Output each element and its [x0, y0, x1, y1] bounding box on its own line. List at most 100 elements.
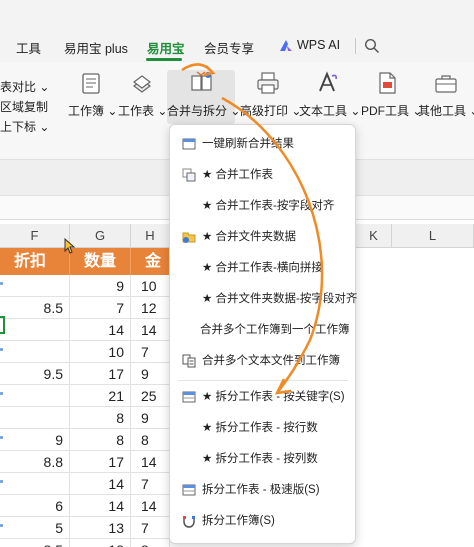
cell-f[interactable]: 9.5 — [0, 363, 70, 385]
menu-item-split-workbook[interactable]: 拆分工作簿(S) — [170, 508, 355, 534]
cell-g[interactable]: 7 — [70, 297, 131, 319]
split-fast-icon — [182, 484, 196, 496]
menu-item-merge-text-files[interactable]: 合并多个文本文件到工作簿 — [170, 348, 355, 374]
column-header-f[interactable]: F — [0, 224, 70, 248]
cell-f[interactable]: 5 — [0, 517, 70, 539]
menu-item-label: 合并多个工作簿到一个工作簿 — [200, 324, 350, 336]
merge-split-label: 合并与拆分 — [167, 104, 228, 118]
cmd-region-copy-label: 区域复制 — [0, 100, 49, 114]
merge-split-icon — [191, 71, 212, 91]
toolbox-icon — [435, 75, 457, 93]
text-tools-label: 文本工具 — [299, 104, 348, 118]
menu-item-merge-sheets-by-field[interactable]: ★ 合并工作表-按字段对齐 — [170, 193, 355, 219]
cell-g[interactable]: 9 — [70, 275, 131, 297]
cell-f[interactable]: 8.8 — [0, 451, 70, 473]
workbook-button[interactable]: 工作簿 ⌄ — [68, 70, 117, 124]
cell-g[interactable]: 10 — [70, 341, 131, 363]
refresh-table-icon — [182, 138, 196, 150]
menu-item-split-by-key[interactable]: ★ 拆分工作表 - 按关键字(S) — [170, 384, 355, 410]
text-tools-button[interactable]: 文本工具 ⌄ — [299, 70, 360, 124]
cell-g[interactable]: 8 — [70, 407, 131, 429]
column-header-h[interactable]: H — [131, 224, 170, 248]
header-cell-quantity[interactable]: 数量 — [70, 248, 131, 275]
worksheet-label: 工作表 — [118, 104, 155, 118]
workbook-label: 工作簿 — [68, 104, 105, 118]
menu-item-split-by-rows[interactable]: ★ 拆分工作表 - 按行数 — [170, 415, 355, 441]
cell-f[interactable] — [0, 407, 70, 429]
cell-g[interactable]: 13 — [70, 517, 131, 539]
menu-item-merge-sheets[interactable]: ★ 合并工作表 — [170, 162, 355, 188]
cell-h[interactable]: 9 — [131, 363, 170, 385]
cell-f[interactable] — [0, 275, 70, 297]
cmd-superscript-label: 上下标 — [0, 120, 37, 134]
row-marker — [0, 282, 3, 285]
cell-f[interactable] — [0, 341, 70, 363]
other-tools-label: 其他工具 — [418, 104, 467, 118]
cell-h[interactable]: 14 — [131, 495, 170, 517]
menu-item-label: ★ 拆分工作表 - 按行数 — [202, 422, 318, 434]
cell-g[interactable]: 14 — [70, 473, 131, 495]
cell-f[interactable]: 8.5 — [0, 539, 70, 547]
menu-item-merge-folder[interactable]: ★ 合并文件夹数据 — [170, 224, 355, 250]
cell-f[interactable] — [0, 385, 70, 407]
cell-g[interactable]: 14 — [70, 319, 131, 341]
menu-item-split-fast[interactable]: 拆分工作表 - 极速版(S) — [170, 477, 355, 503]
cell-g[interactable]: 18 — [70, 539, 131, 547]
header-cell-amount[interactable]: 金额 — [131, 248, 170, 297]
menu-item-merge-horizontal[interactable]: ★ 合并工作表-横向拼接 — [170, 255, 355, 281]
tab-easy-plus[interactable]: 易用宝 plus — [64, 38, 128, 57]
cell-f[interactable]: 9 — [0, 429, 70, 451]
cell-h[interactable]: 8 — [131, 429, 170, 451]
other-tools-button[interactable]: 其他工具 ⌄ — [418, 70, 474, 124]
menu-item-split-by-columns[interactable]: ★ 拆分工作表 - 按列数 — [170, 446, 355, 472]
cell-h[interactable]: 14 — [131, 451, 170, 473]
menu-item-label: ★ 合并工作表 — [202, 169, 274, 181]
advanced-print-button[interactable]: 高级打印 ⌄ — [240, 70, 301, 124]
menu-item-label: ★ 拆分工作表 - 按列数 — [202, 453, 318, 465]
row-marker — [0, 392, 3, 395]
header-cell-discount[interactable]: 折扣 — [0, 248, 70, 275]
merge-text-files-icon — [182, 354, 196, 368]
search-icon[interactable] — [364, 38, 380, 54]
tab-tools[interactable]: 工具 — [16, 38, 41, 57]
tab-member[interactable]: 会员专享 — [204, 38, 254, 57]
cell-h[interactable]: 12 — [131, 297, 170, 319]
cell-h[interactable]: 9 — [131, 407, 170, 429]
menu-item-refresh-merge[interactable]: 一键刷新合并结果 — [170, 131, 355, 157]
tab-wps-ai[interactable]: WPS AI — [297, 38, 340, 52]
column-header-k[interactable]: K — [356, 224, 392, 248]
column-header-l[interactable]: L — [392, 224, 474, 248]
menu-item-merge-folder-by-field[interactable]: ★ 合并文件夹数据-按字段对齐 — [170, 286, 358, 312]
cell-h[interactable]: 14 — [131, 319, 170, 341]
cmd-superscript[interactable]: 上下标 ⌄ — [0, 118, 49, 135]
menu-item-label: ★ 合并工作表-横向拼接 — [202, 262, 323, 274]
menu-bar: 工具 易用宝 plus 易用宝 会员专享 WPS AI — [0, 0, 474, 62]
menu-item-merge-workbooks[interactable]: 合并多个工作簿到一个工作簿 — [170, 317, 355, 343]
cell-g[interactable]: 17 — [70, 451, 131, 473]
cell-h[interactable]: 7 — [131, 473, 170, 495]
merge-split-button[interactable]: 合并与拆分 ⌄ — [167, 70, 240, 124]
column-header-g[interactable]: G — [70, 224, 131, 248]
cell-h[interactable]: 10 — [131, 275, 170, 297]
cell-h[interactable]: 7 — [131, 517, 170, 539]
pdf-tools-button[interactable]: PDF工具 ⌄ — [361, 70, 422, 124]
menu-item-label: ★ 合并文件夹数据 — [202, 231, 297, 243]
menu-item-label: ★ 合并文件夹数据-按字段对齐 — [202, 293, 358, 305]
cell-g[interactable]: 21 — [70, 385, 131, 407]
cell-f[interactable] — [0, 319, 70, 341]
cell-f[interactable] — [0, 473, 70, 495]
cell-h[interactable]: 8 — [131, 539, 170, 547]
worksheet-button[interactable]: 工作表 ⌄ — [118, 70, 167, 124]
cell-f[interactable]: 6 — [0, 495, 70, 517]
cell-g[interactable]: 14 — [70, 495, 131, 517]
cmd-compare[interactable]: 表对比 ⌄ — [0, 78, 49, 95]
cell-h[interactable]: 7 — [131, 341, 170, 363]
cell-g[interactable]: 17 — [70, 363, 131, 385]
cmd-compare-label: 表对比 — [0, 80, 37, 94]
cmd-region-copy[interactable]: 区域复制 — [0, 98, 48, 115]
printer-icon — [257, 72, 279, 94]
tab-easy[interactable]: 易用宝 — [147, 38, 185, 57]
cell-g[interactable]: 8 — [70, 429, 131, 451]
cell-h[interactable]: 25 — [131, 385, 170, 407]
cell-f[interactable]: 8.5 — [0, 297, 70, 319]
